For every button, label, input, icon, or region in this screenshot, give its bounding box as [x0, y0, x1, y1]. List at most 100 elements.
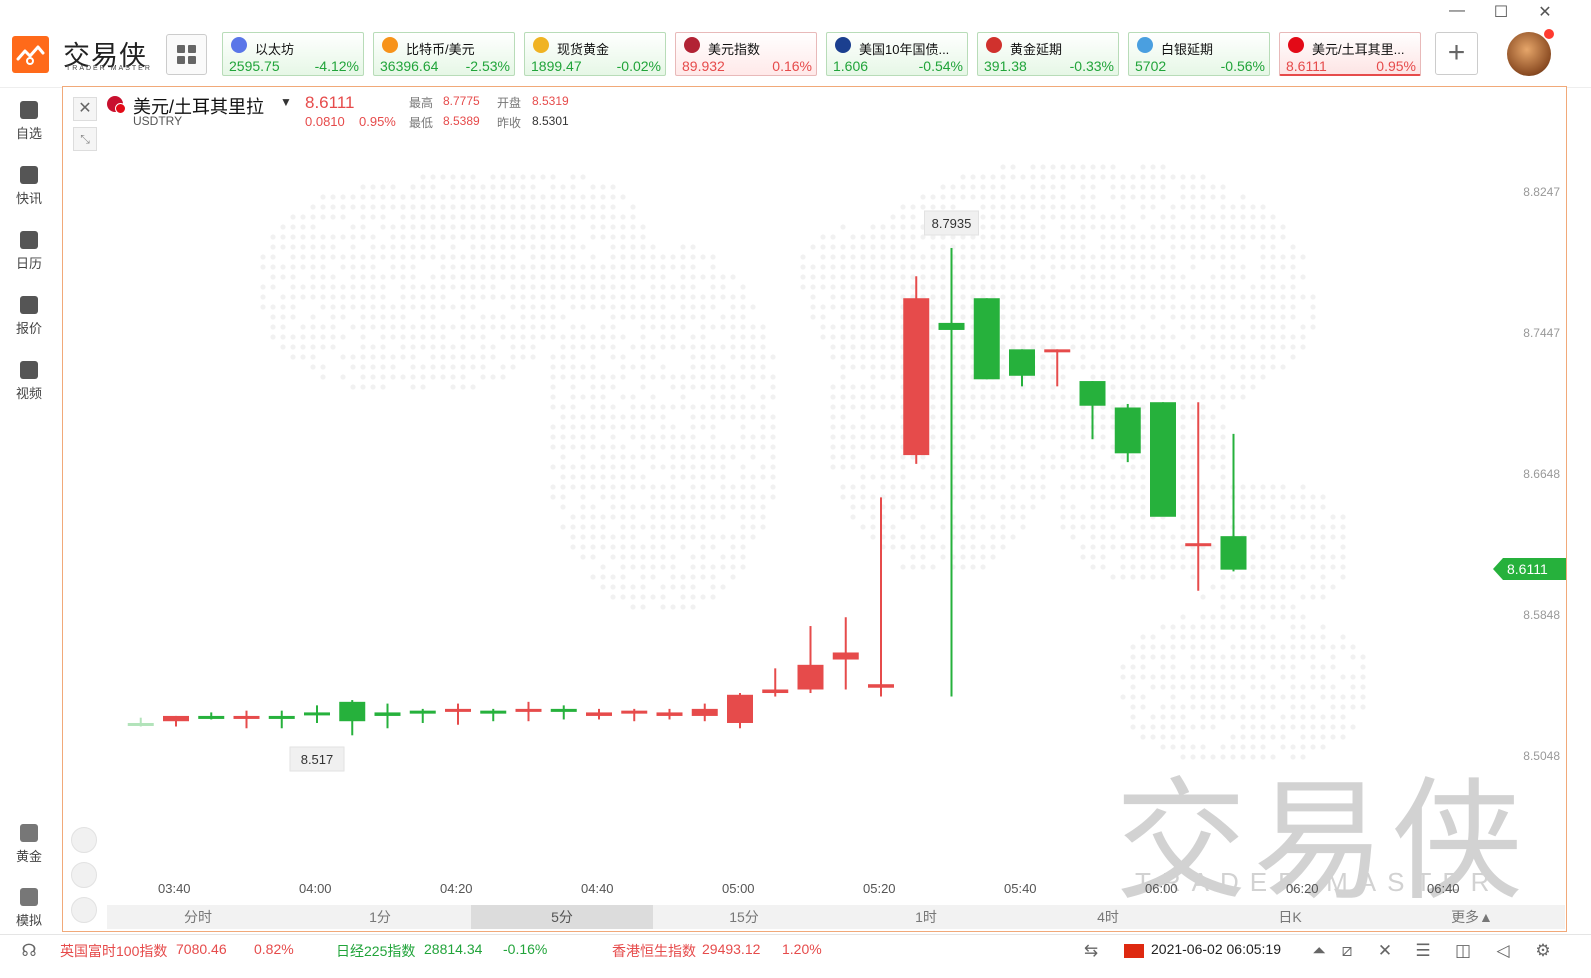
grid-view-button[interactable]	[166, 34, 207, 75]
nikkei-value: 28814.34	[424, 941, 483, 957]
candle[interactable]	[550, 705, 577, 720]
ticker-change: -0.02%	[616, 58, 661, 74]
avatar[interactable]	[1507, 32, 1551, 76]
candle[interactable]	[1079, 381, 1106, 440]
ticker-card[interactable]: 比特币/美元 36396.64 -2.53%	[373, 32, 515, 76]
ticker-card[interactable]: 美元/土耳其里... 8.6111 0.95%	[1279, 32, 1421, 76]
period-tab[interactable]: 1时	[835, 905, 1017, 929]
add-ticker-button[interactable]: +	[1435, 32, 1478, 75]
sidebar-item-news[interactable]: 快讯	[0, 158, 58, 216]
candle[interactable]	[656, 708, 683, 720]
line-chart-icon[interactable]	[71, 897, 97, 923]
ticker-name: 美国10年国债...	[859, 42, 950, 57]
candle[interactable]	[938, 247, 965, 697]
candle[interactable]	[268, 710, 295, 729]
candle-body	[832, 652, 859, 660]
period-tab[interactable]: 日K	[1199, 905, 1381, 929]
candle[interactable]	[1009, 349, 1035, 387]
ticker-card[interactable]: 美国10年国债... 1.606 -0.54%	[826, 32, 968, 76]
y-tick-label: 8.8247	[1523, 185, 1560, 199]
settings-gear-icon[interactable]: ⚙	[1534, 942, 1552, 960]
candle[interactable]	[127, 717, 154, 727]
maximize-button[interactable]: ☐	[1490, 2, 1512, 22]
sidebar-item-calendar[interactable]: 日历	[0, 223, 58, 281]
y-tick-label: 8.6648	[1523, 466, 1560, 481]
candle[interactable]	[1220, 433, 1247, 572]
candle[interactable]	[339, 700, 366, 736]
headset-icon[interactable]: ☊	[20, 942, 38, 960]
candle[interactable]	[480, 708, 507, 722]
candle[interactable]	[621, 708, 648, 722]
candle[interactable]	[1114, 403, 1141, 463]
candle[interactable]	[1185, 402, 1212, 591]
candle[interactable]	[973, 298, 1000, 380]
x-tick-label: 06:20	[1286, 881, 1319, 896]
menu-icon[interactable]: ☰	[1414, 942, 1432, 960]
period-tab[interactable]: 更多▲	[1381, 905, 1563, 929]
candle-body	[233, 715, 260, 719]
ticker-card[interactable]: 现货黄金 1899.47 -0.02%	[524, 32, 666, 76]
candle[interactable]	[409, 708, 436, 723]
ticker-price: 89.932	[682, 58, 725, 74]
x-tick-label: 03:40	[158, 881, 191, 896]
candle-body	[621, 710, 648, 714]
sidebar-item-wallet[interactable]: 模拟	[0, 880, 58, 938]
hsi-label[interactable]: 香港恒生指数	[612, 941, 696, 961]
candle[interactable]	[903, 276, 930, 464]
candle[interactable]	[1044, 349, 1071, 387]
candle[interactable]	[233, 710, 260, 729]
candle-body	[163, 715, 189, 722]
ftse-value: 7080.46	[176, 941, 227, 957]
tools-icon[interactable]: ✕	[1376, 942, 1394, 960]
candlestick-chart[interactable]: 8.7935 8.517	[63, 87, 1567, 932]
minimize-button[interactable]: —	[1446, 2, 1468, 20]
candle[interactable]	[198, 712, 225, 720]
period-tab[interactable]: 15分	[653, 905, 835, 929]
y-tick-label: 8.5848	[1523, 607, 1560, 622]
candle[interactable]	[868, 497, 894, 697]
sidebar-item-gold-bar[interactable]: 黄金	[0, 816, 58, 874]
translate-icon[interactable]: ⇆	[1082, 942, 1100, 960]
candle[interactable]	[515, 701, 542, 722]
ticker-change: -0.56%	[1220, 58, 1265, 74]
silver-deferred-icon	[1137, 37, 1153, 53]
candle[interactable]	[445, 703, 471, 725]
ticker-card[interactable]: 以太坊 2595.75 -4.12%	[222, 32, 364, 76]
candle-body	[1009, 349, 1035, 376]
period-tab[interactable]: 4时	[1017, 905, 1199, 929]
draw-pencil-icon[interactable]	[71, 862, 97, 888]
sidebar-item-video[interactable]: 视频	[0, 353, 58, 411]
ticker-name: 比特币/美元	[406, 42, 475, 57]
mute-icon[interactable]: ◁	[1494, 942, 1512, 960]
period-tab[interactable]: 分时	[107, 905, 289, 929]
ftse-label[interactable]: 英国富时100指数	[60, 941, 167, 961]
period-tab[interactable]: 5分	[471, 905, 653, 929]
ticker-card[interactable]: 美元指数 89.932 0.16%	[675, 32, 817, 76]
period-tab[interactable]: 1分	[289, 905, 471, 929]
candle[interactable]	[374, 703, 401, 729]
indicator-icon[interactable]	[71, 827, 97, 853]
candle[interactable]	[832, 617, 859, 690]
candle[interactable]	[1150, 402, 1176, 517]
close-window-button[interactable]: ✕	[1534, 2, 1556, 22]
calendar-icon	[20, 231, 38, 249]
candle[interactable]	[797, 626, 824, 694]
screen-off-icon[interactable]: ⧄	[1338, 942, 1356, 960]
video-icon	[20, 361, 38, 379]
ticker-card[interactable]: 黄金延期 391.38 -0.33%	[977, 32, 1119, 76]
candle[interactable]	[762, 668, 789, 697]
candle[interactable]	[691, 703, 718, 722]
ticker-change: -2.53%	[465, 58, 510, 74]
candle[interactable]	[163, 715, 189, 727]
ticker-card[interactable]: 白银延期 5702 -0.56%	[1128, 32, 1270, 76]
candle-body	[268, 715, 295, 719]
camera-icon[interactable]: ◫	[1454, 942, 1472, 960]
expand-up-icon[interactable]: ⏶	[1310, 942, 1328, 960]
sidebar-item-quote-chart[interactable]: 报价	[0, 288, 58, 346]
sidebar-item-bookmark[interactable]: 自选	[0, 93, 58, 151]
chart-panel: ✕ ⤡ 美元/土耳其里拉 ▼ USDTRY 8.6111 0.0810 0.95…	[62, 86, 1567, 932]
candle[interactable]	[586, 708, 612, 720]
candle[interactable]	[304, 705, 330, 723]
candle[interactable]	[727, 693, 753, 729]
nikkei-label[interactable]: 日经225指数	[336, 941, 415, 961]
